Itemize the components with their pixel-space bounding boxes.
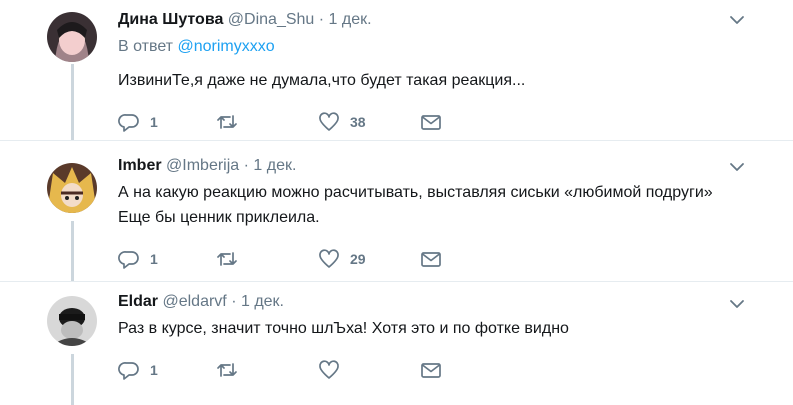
avatar[interactable] (47, 12, 97, 62)
tweet[interactable]: Eldar @eldarvf · 1 дек. Раз в курсе, зна… (0, 281, 793, 405)
display-name[interactable]: Дина Шутова (118, 11, 223, 28)
user-handle[interactable]: @Imberija (166, 157, 239, 174)
chevron-down-icon[interactable] (729, 296, 745, 312)
envelope-icon (421, 252, 441, 267)
like-count: 38 (350, 114, 366, 130)
reply-icon (118, 114, 139, 132)
like-button[interactable] (318, 360, 350, 380)
retweet-icon (217, 363, 237, 377)
display-name[interactable]: Eldar (118, 293, 158, 310)
reply-count: 1 (150, 362, 158, 378)
thread-line (71, 221, 74, 282)
reply-to-link[interactable]: @norimyxxxo (177, 38, 274, 55)
tweet-text: А на какую реакцию можно расчитывать, вы… (118, 184, 713, 226)
envelope-icon (421, 115, 441, 130)
avatar[interactable] (47, 163, 97, 213)
heart-icon (319, 249, 339, 268)
heart-icon (319, 112, 339, 131)
thread-line (71, 354, 74, 405)
timestamp[interactable]: 1 дек. (241, 293, 284, 310)
tweet[interactable]: Дина Шутова @Dina_Shu · 1 дек. В ответ @… (0, 0, 793, 140)
retweet-button[interactable] (216, 249, 248, 269)
chevron-down-icon[interactable] (729, 12, 745, 28)
separator-dot: · (231, 293, 237, 310)
reply-button[interactable]: 1 (118, 360, 158, 380)
envelope-icon (421, 363, 441, 378)
avatar[interactable] (47, 296, 97, 346)
reply-context: В ответ @norimyxxxo (118, 38, 753, 56)
tweet-header: Дина Шутова @Dina_Shu · 1 дек. (118, 10, 753, 30)
user-handle[interactable]: @eldarvf (162, 293, 226, 310)
direct-message-button[interactable] (420, 112, 442, 132)
thread-line (71, 64, 74, 140)
chevron-down-icon[interactable] (729, 159, 745, 175)
like-button[interactable]: 29 (318, 249, 366, 269)
heart-icon (319, 360, 339, 379)
tweet-header: Imber @Imberija · 1 дек. (118, 156, 753, 176)
retweet-icon (217, 252, 237, 266)
separator-dot: · (318, 11, 325, 28)
tweet-text: ИзвиниТе,я даже не думала,что будет така… (118, 72, 526, 89)
user-handle[interactable]: @Dina_Shu (228, 11, 315, 28)
reply-icon (118, 251, 139, 269)
tweet-text: Раз в курсе, значит точно шлЪха! Хотя эт… (118, 320, 569, 337)
tweet[interactable]: Imber @Imberija · 1 дек. А на какую реак… (0, 140, 793, 282)
reply-count: 1 (150, 114, 158, 130)
reply-button[interactable]: 1 (118, 249, 158, 269)
retweet-button[interactable] (216, 360, 248, 380)
reply-button[interactable]: 1 (118, 112, 158, 132)
display-name[interactable]: Imber (118, 157, 162, 174)
separator-dot: · (243, 157, 249, 174)
reply-prefix: В ответ (118, 38, 174, 55)
retweet-button[interactable] (216, 112, 248, 132)
tweet-header: Eldar @eldarvf · 1 дек. (118, 292, 753, 312)
timestamp[interactable]: 1 дек. (253, 157, 296, 174)
direct-message-button[interactable] (420, 249, 442, 269)
direct-message-button[interactable] (420, 360, 442, 380)
reply-icon (118, 362, 139, 380)
reply-count: 1 (150, 251, 158, 267)
like-count: 29 (350, 251, 366, 267)
retweet-icon (217, 115, 237, 129)
like-button[interactable]: 38 (318, 112, 366, 132)
timestamp[interactable]: 1 дек. (329, 11, 372, 28)
